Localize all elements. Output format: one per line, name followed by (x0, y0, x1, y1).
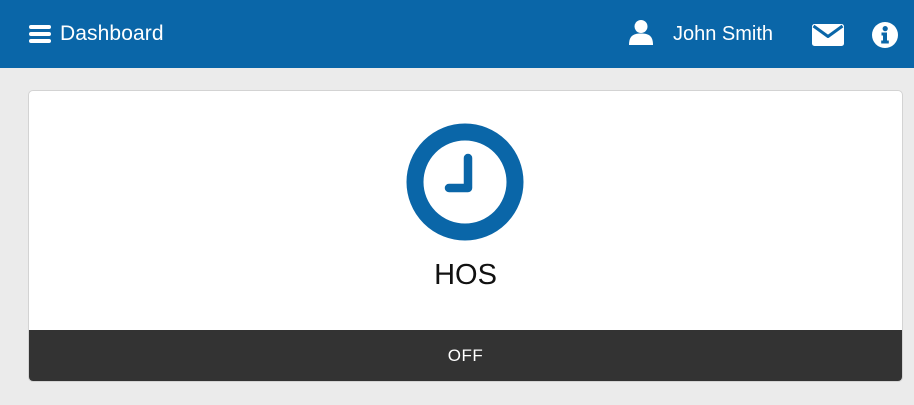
hamburger-icon (29, 25, 51, 43)
envelope-icon (812, 24, 844, 50)
hos-card[interactable]: HOS OFF (28, 90, 903, 382)
user-account-button[interactable]: John Smith (628, 0, 773, 68)
clock-icon (406, 123, 524, 246)
top-navigation-bar: Dashboard John Smith (0, 0, 914, 68)
info-button[interactable] (872, 22, 898, 53)
info-icon (872, 22, 898, 52)
status-label: OFF (447, 345, 484, 365)
user-icon (628, 19, 654, 50)
status-bar[interactable]: OFF (29, 330, 902, 381)
dashboard-menu-button[interactable]: Dashboard (29, 0, 164, 68)
messages-button[interactable] (812, 24, 844, 51)
dashboard-title: Dashboard (60, 22, 164, 45)
user-name: John Smith (673, 22, 774, 45)
card-title: HOS (434, 259, 497, 291)
